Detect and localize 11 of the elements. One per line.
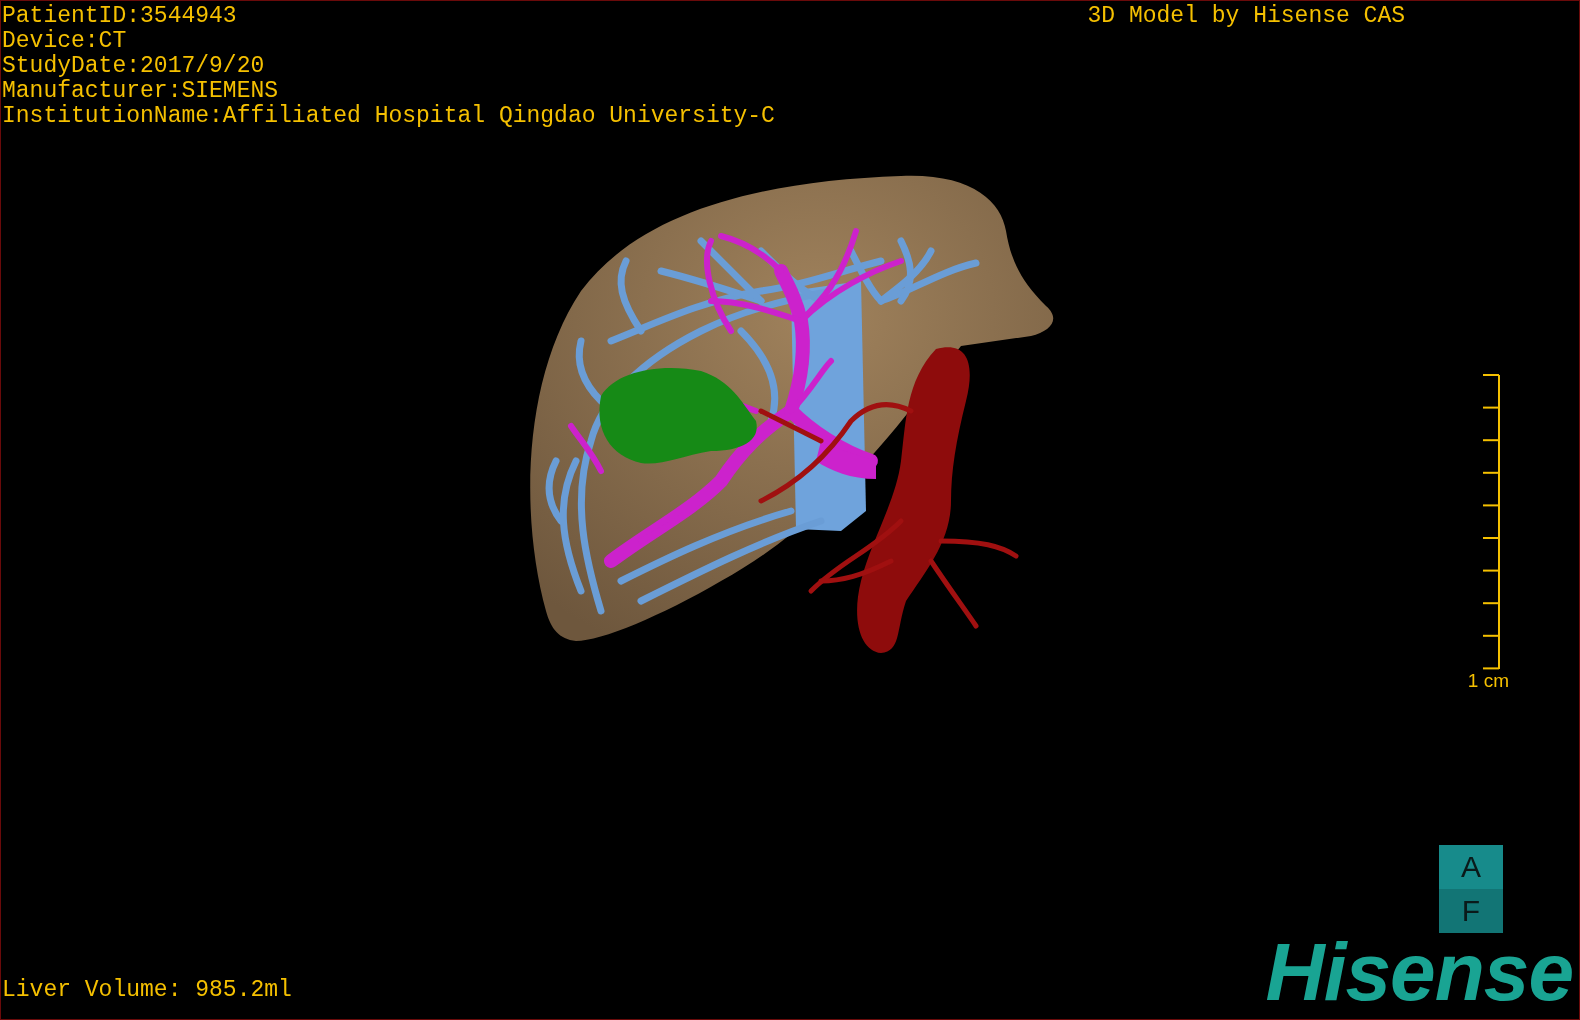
patient-info-text: Device:CT: [2, 29, 128, 54]
logo-text: Hisense: [1265, 941, 1573, 1003]
scale-label: 1 cm: [1467, 670, 1509, 692]
cube-top-face[interactable]: A: [1439, 845, 1503, 889]
patient-info-text: StudyDate:2017/9/20: [2, 54, 266, 79]
cube-front-face[interactable]: F: [1439, 889, 1503, 933]
patient-info-text: PatientID:3544943: [2, 4, 238, 29]
patient-info-text: InstitutionName:Affiliated Hospital Qingdao University-C: [2, 104, 775, 129]
liver-volume-text: Liver Volume: 985.2ml: [2, 978, 292, 1003]
patient-info-text: Manufacturer:SIEMENS: [2, 79, 280, 104]
credit-text: 3D Model by Hisense CAS: [1087, 4, 1405, 29]
